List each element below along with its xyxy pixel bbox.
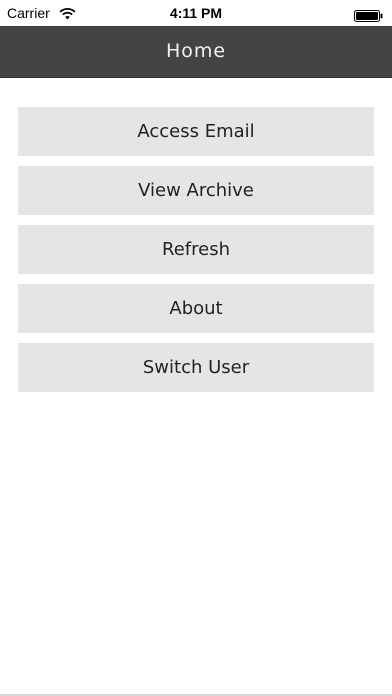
home-menu: Access Email View Archive Refresh About … [18,107,374,402]
about-button[interactable]: About [18,284,374,333]
view-archive-button[interactable]: View Archive [18,166,374,215]
status-bar: Carrier 4:11 PM [0,0,392,26]
navigation-bar: Home [0,26,392,78]
switch-user-button[interactable]: Switch User [18,343,374,392]
page-title: Home [165,40,227,62]
refresh-button[interactable]: Refresh [18,225,374,274]
home-screen: Carrier 4:11 PM Home Access Email View A… [0,0,392,696]
access-email-button[interactable]: Access Email [18,107,374,156]
status-time: 4:11 PM [169,5,223,21]
battery-icon [354,7,383,22]
